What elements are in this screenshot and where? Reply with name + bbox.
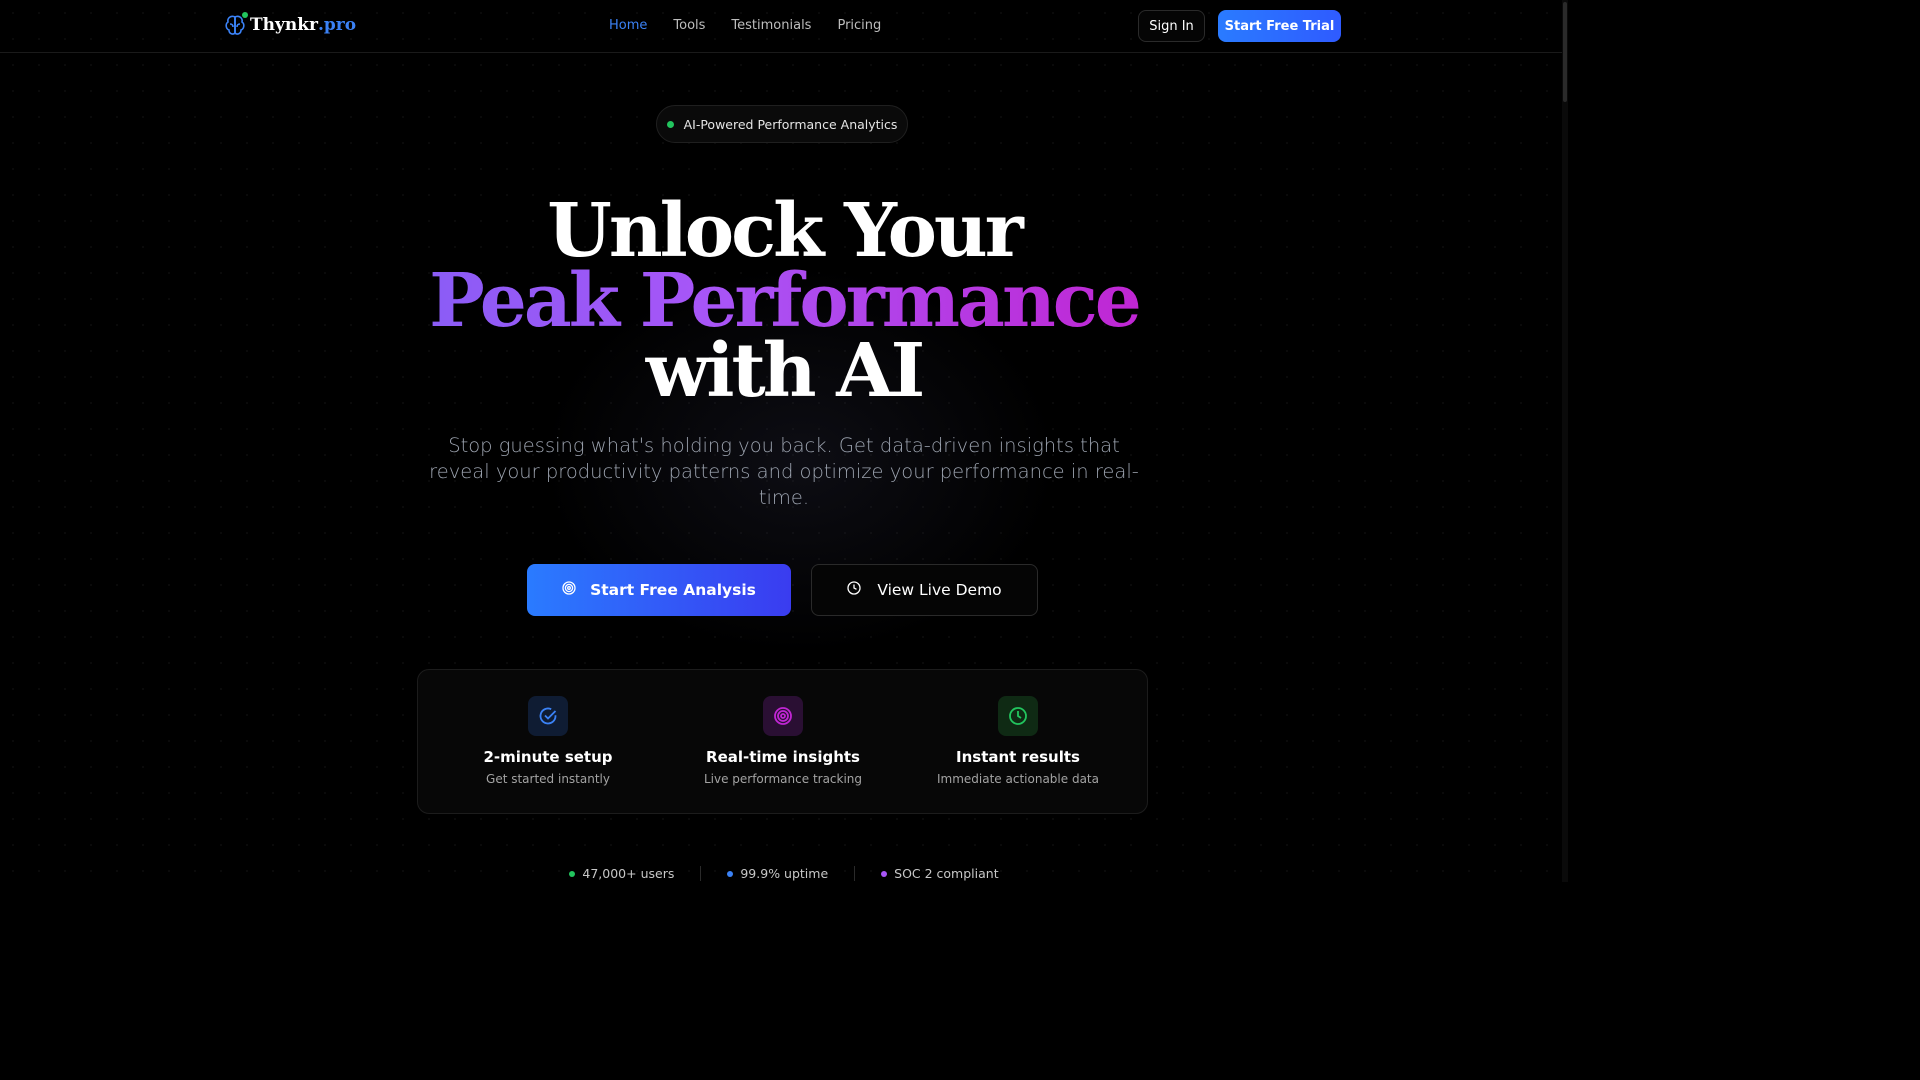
hero-title-line-2: Peak Performance (0, 264, 1568, 338)
feature-title: Instant results (956, 748, 1080, 766)
stat-users: 47,000+ users (543, 866, 700, 881)
green-dot-icon (569, 870, 576, 877)
stat-uptime: 99.9% uptime (700, 866, 854, 881)
sign-in-button[interactable]: Sign In (1138, 10, 1205, 42)
view-live-demo-button[interactable]: View Live Demo (811, 564, 1038, 616)
stat-text: 47,000+ users (582, 866, 675, 881)
stat-text: 99.9% uptime (740, 866, 829, 881)
hero-subtitle: Stop guessing what's holding you back. G… (429, 434, 1139, 509)
feature-title: 2-minute setup (483, 748, 613, 766)
nav-item-pricing[interactable]: Pricing (837, 18, 881, 33)
hero-title-line-3: with AI (645, 328, 926, 414)
clock-icon (847, 581, 861, 599)
live-dot-icon (666, 120, 674, 128)
features-panel: 2-minute setup Get started instantly Rea… (417, 669, 1148, 814)
feature-description: Immediate actionable data (937, 772, 1099, 786)
hero-badge: AI-Powered Performance Analytics (656, 105, 908, 143)
page-scrollbar[interactable] (1562, 0, 1568, 882)
check-circle-icon (528, 696, 568, 736)
brain-icon (224, 12, 248, 37)
brand-logo[interactable]: Thynkr .pro (224, 12, 357, 37)
purple-dot-icon (881, 870, 888, 877)
view-live-demo-label: View Live Demo (877, 581, 1002, 599)
stat-text: SOC 2 compliant (894, 866, 999, 881)
target-icon (763, 696, 803, 736)
start-free-analysis-label: Start Free Analysis (590, 581, 756, 599)
hero-title-line-1: Unlock Your (547, 188, 1023, 274)
feature-insights: Real-time insights Live performance trac… (663, 696, 903, 786)
stat-compliance: SOC 2 compliant (854, 866, 1024, 881)
feature-setup: 2-minute setup Get started instantly (428, 696, 668, 786)
start-free-analysis-button[interactable]: Start Free Analysis (527, 564, 791, 616)
badge-text: AI-Powered Performance Analytics (683, 116, 898, 132)
nav-item-tools[interactable]: Tools (673, 18, 705, 33)
top-navigation-bar: Thynkr .pro Home Tools Testimonials Prici… (0, 0, 1568, 53)
trust-stats: 47,000+ users 99.9% uptime SOC 2 complia… (0, 866, 1568, 881)
nav-item-testimonials[interactable]: Testimonials (731, 18, 811, 33)
status-dot (242, 12, 248, 18)
feature-description: Live performance tracking (703, 772, 863, 786)
brand-name: Thynkr (250, 15, 318, 35)
blue-dot-icon (727, 870, 734, 877)
clock-icon (998, 696, 1038, 736)
brand-suffix: .pro (317, 15, 357, 35)
feature-results: Instant results Immediate actionable dat… (898, 696, 1138, 786)
target-icon (562, 581, 576, 599)
nav-item-home[interactable]: Home (609, 18, 647, 33)
start-free-trial-button[interactable]: Start Free Trial (1218, 10, 1341, 42)
scrollbar-thumb[interactable] (1563, 2, 1567, 102)
feature-description: Get started instantly (486, 772, 610, 786)
main-nav: Home Tools Testimonials Pricing (609, 18, 881, 33)
feature-title: Real-time insights (706, 748, 860, 766)
